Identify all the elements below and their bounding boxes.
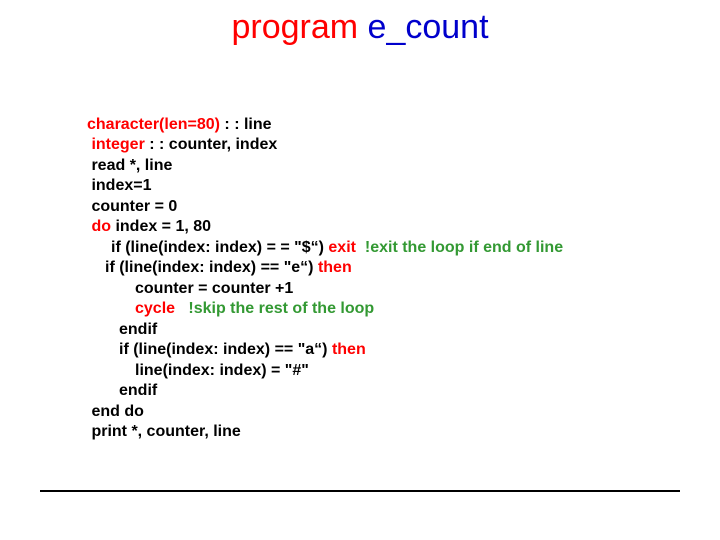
footer-divider [40, 490, 680, 492]
code-line: counter = counter +1 [75, 279, 685, 299]
code-block: character(len=80) : : line integer : : c… [75, 115, 685, 443]
code-line: character(len=80) : : line [75, 115, 685, 135]
code-line: if (line(index: index) = = "$“) exit !ex… [75, 238, 685, 258]
code-line: line(index: index) = "#" [75, 361, 685, 381]
code-line: cycle !skip the rest of the loop [75, 299, 685, 319]
title-word-program: program [231, 8, 358, 46]
slide: program e_count character(len=80) : : li… [0, 0, 720, 540]
code-line: endif [75, 320, 685, 340]
slide-title: program e_count [0, 8, 720, 47]
code-line: integer : : counter, index [75, 135, 685, 155]
title-word-name: e_count [368, 8, 489, 46]
code-line: index=1 [75, 176, 685, 196]
code-line: counter = 0 [75, 197, 685, 217]
code-line: endif [75, 381, 685, 401]
code-line: if (line(index: index) == "a“) then [75, 340, 685, 360]
code-line: read *, line [75, 156, 685, 176]
code-line: do index = 1, 80 [75, 217, 685, 237]
code-line: print *, counter, line [75, 422, 685, 442]
code-line: if (line(index: index) == "e“) then [75, 258, 685, 278]
code-line: end do [75, 402, 685, 422]
